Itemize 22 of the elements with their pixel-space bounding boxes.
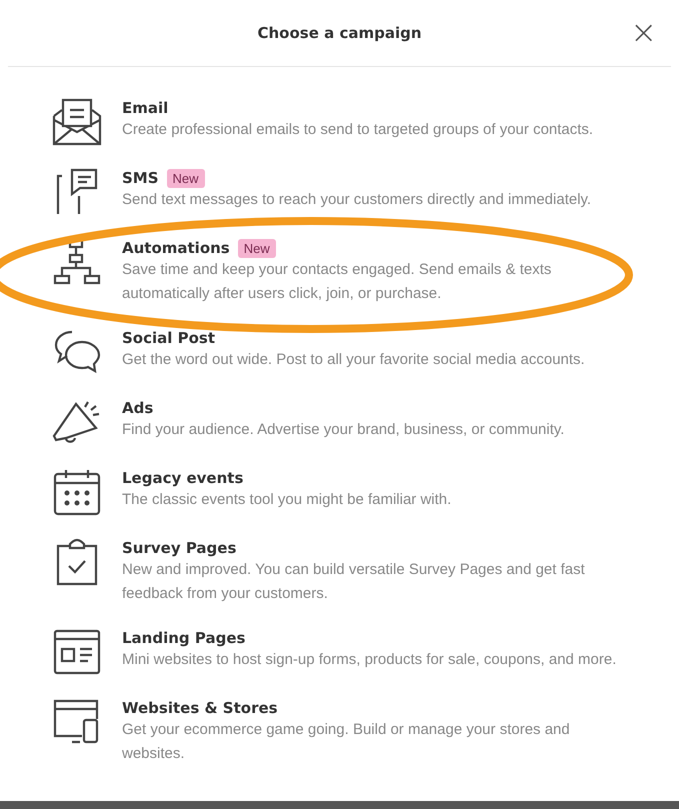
campaign-description: New and improved. You can build versatile Survey Pages and get fast feedback from your customers. — [122, 560, 586, 604]
campaign-title[interactable]: Social Post — [122, 329, 216, 347]
campaign-title[interactable]: Survey Pages — [122, 539, 236, 557]
campaign-title[interactable]: Landing Pages — [122, 629, 246, 647]
campaign-description: Get your ecommerce game going. Build or manage your stores and websites. — [122, 720, 571, 764]
campaign-title[interactable]: Email — [122, 99, 168, 117]
new-badge: New — [238, 238, 276, 258]
campaign-description: Get the word out wide. Post to all your favorite social media accounts. — [122, 350, 585, 370]
close-button[interactable]: × — [626, 16, 661, 48]
campaign-title[interactable]: Legacy events — [122, 469, 244, 487]
dialog-title: Choose a campaign — [257, 24, 422, 42]
campaign-description: Send text messages to reach your customers directly and immediately. — [122, 190, 592, 210]
campaign-description: The classic events tool you might be familiar with. — [122, 490, 452, 510]
campaign-title[interactable]: Ads — [122, 399, 154, 417]
campaign-title[interactable]: SMS — [122, 169, 159, 187]
campaign-title[interactable]: Automations — [122, 239, 230, 257]
campaign-description: Create professional emails to send to targeted groups of your contacts. — [122, 120, 594, 140]
new-badge: New — [166, 168, 205, 188]
campaign-description: Save time and keep your contacts engaged. Send emails & texts automatically after users click, join, or purchase. — [122, 260, 552, 304]
campaign-title[interactable]: Websites & Stores — [122, 699, 278, 717]
campaign-description: Mini websites to host sign-up forms, products for sale, coupons, and more. — [122, 650, 616, 670]
campaign-description: Find your audience. Advertise your brand, business, or community. — [122, 420, 564, 440]
